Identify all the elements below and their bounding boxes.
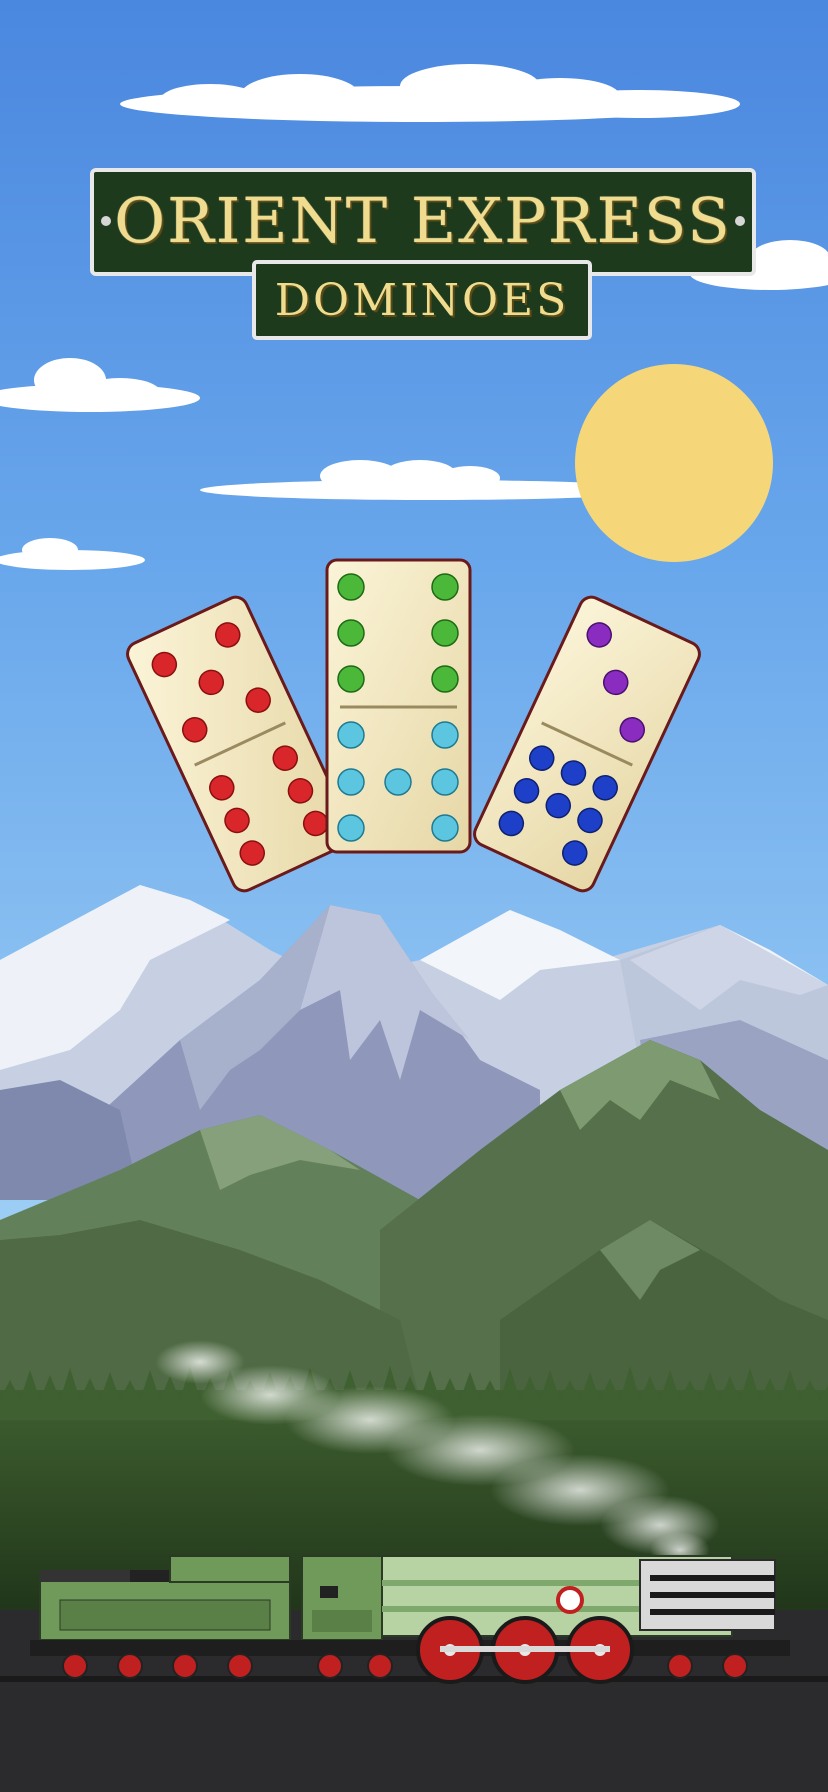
title-line-2: DOMINOES: [274, 274, 570, 326]
sun: [575, 364, 773, 562]
title-line-1: ORIENT EXPRESS: [114, 183, 732, 257]
domino-center: [325, 558, 472, 854]
